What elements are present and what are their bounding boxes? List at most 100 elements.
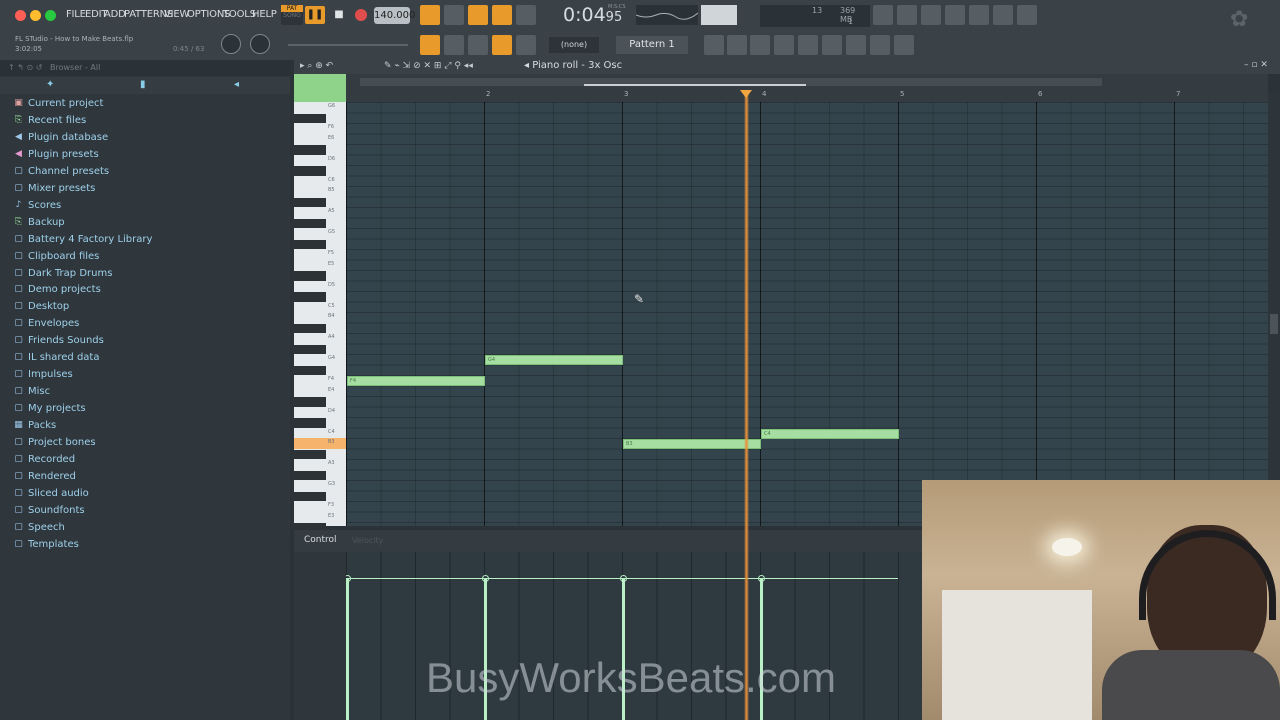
minimize-window-button[interactable] (30, 10, 41, 21)
record-button[interactable] (355, 9, 367, 21)
browser-file-tab-icon[interactable]: ▮ (140, 80, 150, 90)
black-key[interactable] (294, 166, 326, 176)
tempo-tapper-icon[interactable] (798, 35, 818, 55)
browser-item[interactable]: ▢ Rendered (14, 468, 76, 485)
playhead[interactable] (740, 90, 753, 720)
browser-item[interactable]: ▢ Recorded (14, 451, 75, 468)
black-key[interactable] (294, 418, 326, 428)
wait-input-button[interactable] (444, 5, 464, 25)
black-key[interactable] (294, 113, 326, 123)
control-target[interactable]: Velocity (352, 536, 383, 545)
metronome-button[interactable] (420, 5, 440, 25)
browser-item[interactable]: ▢ IL shared data (14, 349, 99, 366)
browser-all-tab-icon[interactable]: ✦ (46, 80, 56, 90)
channel-rack-icon[interactable] (750, 35, 770, 55)
refresh-icon[interactable] (873, 5, 893, 25)
black-key[interactable] (294, 145, 326, 155)
arrow-icon[interactable] (444, 35, 464, 55)
menu-tools[interactable]: TOOLS (223, 9, 256, 20)
loop-region[interactable] (584, 84, 806, 86)
master-slider[interactable] (288, 44, 408, 46)
black-key[interactable] (294, 218, 326, 228)
piano-roll-edit-tools[interactable]: ✎ ⌁ ⇲ ⊘ ✕ ⊞ ⤢ ⚲ ◂◂ (384, 61, 473, 71)
loop-record-button[interactable] (516, 5, 536, 25)
browser-item[interactable]: ◀ Plugin database (14, 129, 108, 146)
note[interactable]: F4 (347, 376, 485, 386)
menu-add[interactable]: ADD (104, 9, 126, 20)
black-key[interactable] (294, 344, 326, 354)
browser-item[interactable]: ◀ Plugin presets (14, 146, 99, 163)
browser-item[interactable]: ▢ Clipboard files (14, 248, 99, 265)
browser-item[interactable]: ⎘ Backup (14, 214, 65, 231)
black-key[interactable] (294, 397, 326, 407)
tempo-display[interactable]: 140.000 (374, 7, 415, 24)
stamp-icon[interactable] (516, 35, 536, 55)
vertical-scrollbar[interactable] (1268, 92, 1280, 526)
note[interactable]: C4 (761, 428, 899, 439)
browser-item[interactable]: ▢ Desktop (14, 298, 69, 315)
playlist-icon[interactable] (704, 35, 724, 55)
black-key[interactable] (294, 491, 326, 501)
browser-item[interactable]: ▢ Sliced audio (14, 485, 89, 502)
piano-roll-tools-icon[interactable]: ▸ ⌕ ⊕ ↶ (300, 61, 333, 71)
black-key[interactable] (294, 449, 326, 459)
pattern-selector[interactable]: (none) (549, 37, 599, 53)
browser-item[interactable]: ▢ Mixer presets (14, 180, 95, 197)
microphone-icon[interactable] (921, 5, 941, 25)
playhead-marker-icon[interactable] (740, 90, 753, 98)
browser-item[interactable]: ▢ Envelopes (14, 315, 79, 332)
countdown-button[interactable] (468, 5, 488, 25)
piano-roll-icon[interactable] (727, 35, 747, 55)
master-pitch-knob[interactable] (250, 34, 270, 54)
master-volume-knob[interactable] (221, 34, 241, 54)
pattern-name[interactable]: Pattern 1 (616, 36, 688, 54)
brush-icon[interactable] (492, 35, 512, 55)
pat-song-toggle[interactable]: PAT SONG (281, 5, 303, 25)
browser-item[interactable]: ♪ Scores (14, 197, 62, 214)
menu-help[interactable]: HELP (252, 9, 277, 20)
zoom-window-button[interactable] (45, 10, 56, 21)
browser-plugin-tab-icon[interactable]: ◂ (234, 80, 244, 90)
browser-item[interactable]: ▢ Misc (14, 383, 50, 400)
control-label[interactable]: Control (304, 535, 337, 545)
browser-item[interactable]: ▣ Current project (14, 95, 103, 112)
note[interactable]: B3 (623, 439, 761, 449)
browser-arrow-icon[interactable]: ↑ ↰ ⊙ ↺ (8, 63, 42, 72)
black-key[interactable] (294, 292, 326, 302)
browser-item[interactable]: ⎘ Recent files (14, 112, 86, 129)
browser-item[interactable]: ▢ Demo projects (14, 281, 101, 298)
browser-item[interactable]: ▢ Friends Sounds (14, 332, 104, 349)
save-icon[interactable] (969, 5, 989, 25)
help-icon[interactable] (945, 5, 965, 25)
close-window-button[interactable] (15, 10, 26, 21)
black-key[interactable] (294, 365, 326, 375)
stop-button[interactable]: ■ (329, 6, 349, 24)
pause-button[interactable]: ❚❚ (305, 6, 325, 24)
browser-item[interactable]: ▦ Packs (14, 417, 56, 434)
window-controls-icon[interactable]: – ▫ ✕ (1244, 60, 1268, 70)
black-key[interactable] (294, 197, 326, 207)
step-edit-button[interactable] (492, 5, 512, 25)
timeline-ruler[interactable]: 2 3 4 5 6 7 (346, 74, 1268, 102)
download-icon[interactable] (1017, 5, 1037, 25)
pencil-icon[interactable] (468, 35, 488, 55)
browser-item[interactable]: ▢ Dark Trap Drums (14, 265, 112, 282)
cut-icon[interactable] (897, 5, 917, 25)
browser-item[interactable]: ▢ Speech (14, 519, 65, 536)
black-key[interactable] (294, 271, 326, 281)
black-key[interactable] (294, 323, 326, 333)
touch-keyboard-icon[interactable] (870, 35, 890, 55)
piano-keyboard[interactable]: G6 F6 E6 D6 C6 B5 A5 G5 F5 E5 D5 C5 B4 A4 G4 F4 E4 D4 C4 B3… (294, 102, 346, 533)
browser-item[interactable]: ▢ Project bones (14, 434, 95, 451)
menu-file[interactable]: FILE (66, 9, 86, 20)
browser-item[interactable]: ▢ Soundfonts (14, 502, 84, 519)
plugin-picker-icon[interactable] (846, 35, 866, 55)
black-key[interactable] (294, 239, 326, 249)
browser-item[interactable]: ▢ Templates (14, 536, 79, 553)
menu-view[interactable]: VIEW (164, 9, 189, 20)
chat-icon[interactable] (894, 35, 914, 55)
mixer-icon[interactable] (774, 35, 794, 55)
mixer-shortcut-icon[interactable] (993, 5, 1013, 25)
note-grid[interactable]: F4 G4 B3 C4 (346, 102, 1268, 526)
browser-item[interactable]: ▢ Battery 4 Factory Library (14, 231, 152, 248)
